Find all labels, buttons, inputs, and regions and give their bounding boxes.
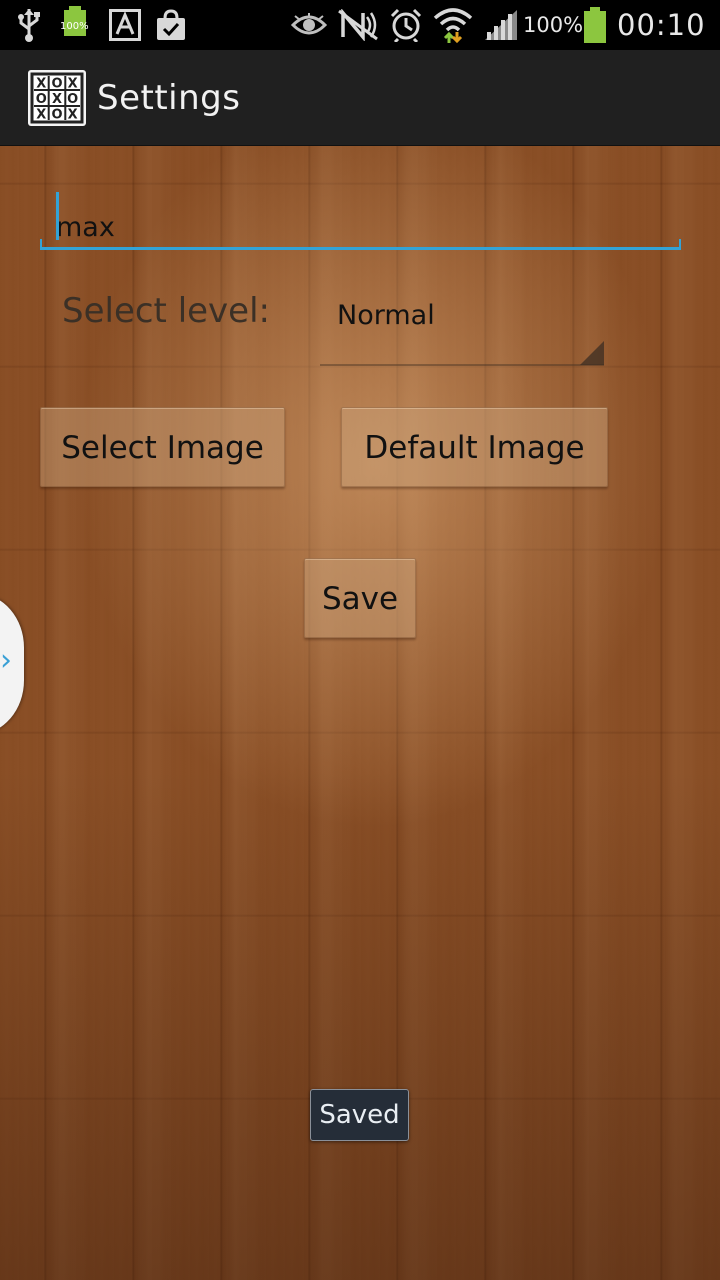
tic-tac-toe-icon[interactable]: XOXOXOXOX	[28, 70, 86, 126]
ttt-cell: X	[68, 77, 78, 92]
chevron-right-icon: ›	[0, 643, 12, 678]
ttt-cell: X	[68, 108, 78, 123]
usb-icon	[14, 0, 44, 50]
default-image-button[interactable]: Default Image	[341, 407, 608, 487]
small-battery-label: 100%	[60, 21, 89, 32]
select-image-button[interactable]: Select Image	[40, 407, 285, 487]
ttt-cell: X	[36, 77, 46, 92]
battery-percent: 100%	[523, 13, 584, 37]
settings-content: Select level: Normal Select Image Defaul…	[0, 146, 720, 1280]
saved-toast: Saved	[310, 1089, 409, 1141]
battery-icon	[580, 0, 610, 50]
wifi-icon	[432, 0, 474, 50]
ttt-cell: X	[36, 108, 46, 123]
alarm-icon	[388, 0, 424, 50]
ttt-cell: O	[36, 92, 47, 107]
spinner-underline	[320, 364, 604, 366]
status-bar: 100% 100% 00:10	[0, 0, 720, 50]
level-spinner[interactable]: Normal	[320, 291, 604, 367]
nfc-muted-icon	[336, 0, 380, 50]
signal-icon	[482, 0, 520, 50]
side-panel-handle[interactable]: ›	[0, 594, 24, 734]
save-button[interactable]: Save	[304, 558, 416, 638]
ttt-cell: X	[52, 92, 62, 107]
shopping-bag-icon	[154, 0, 188, 50]
font-a-icon	[108, 0, 142, 50]
eye-icon	[290, 0, 328, 50]
dropdown-corner-icon	[580, 341, 604, 365]
page-title: Settings	[97, 78, 241, 118]
level-selected-value: Normal	[337, 300, 435, 331]
ttt-cell: O	[51, 108, 62, 123]
player-name-input[interactable]	[40, 190, 681, 250]
action-bar: XOXOXOXOX Settings	[0, 50, 720, 146]
input-underline	[40, 239, 681, 250]
ttt-cell: O	[67, 92, 78, 107]
clock: 00:10	[617, 8, 706, 42]
ttt-cell: O	[51, 77, 62, 92]
level-label: Select level:	[62, 291, 271, 331]
text-cursor	[56, 192, 59, 240]
